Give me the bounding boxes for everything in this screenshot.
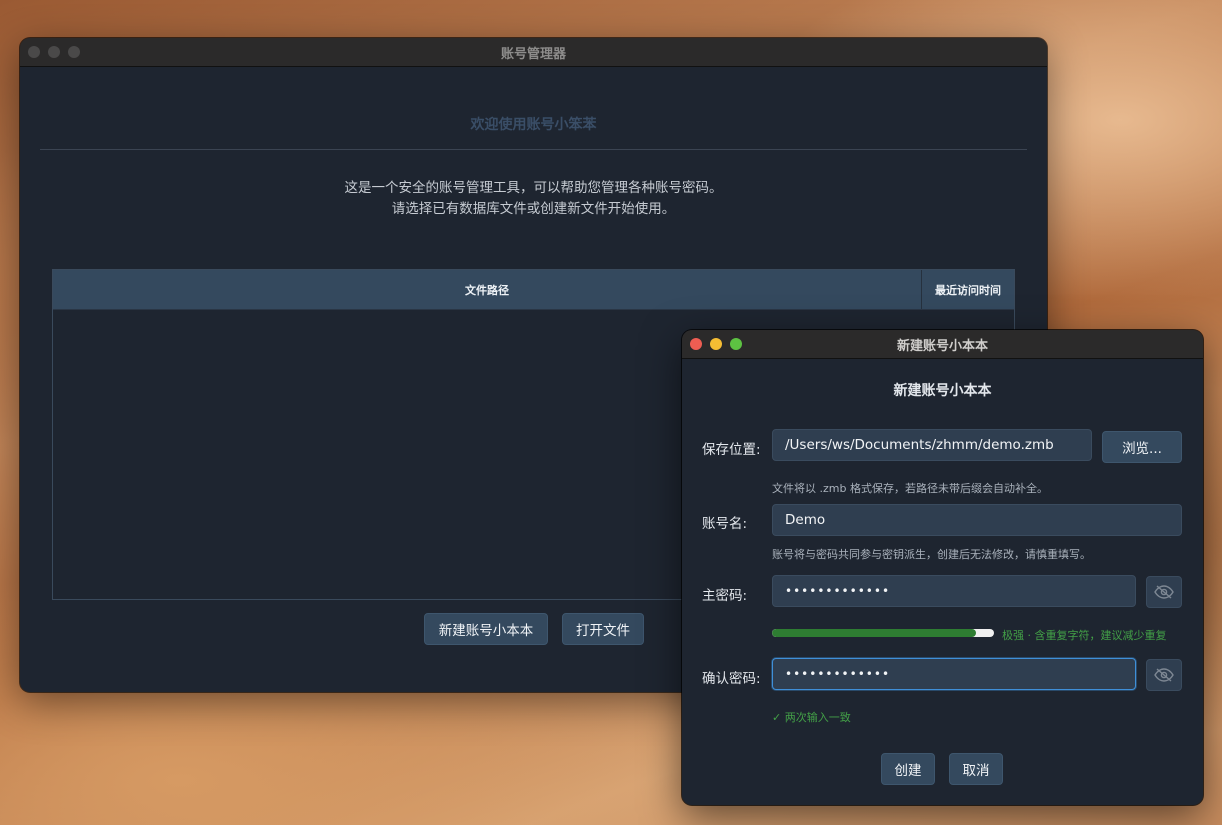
close-window-button[interactable] — [28, 46, 40, 58]
master-password-input[interactable]: ••••••••••••• — [772, 575, 1136, 607]
main-titlebar: 账号管理器 — [20, 38, 1047, 67]
cancel-button[interactable]: 取消 — [949, 753, 1003, 785]
description: 这是一个安全的账号管理工具，可以帮助您管理各种账号密码。 请选择已有数据库文件或… — [20, 178, 1047, 220]
save-location-input[interactable]: /Users/ws/Documents/zhmm/demo.zmb — [772, 429, 1092, 461]
account-name-hint: 账号将与密码共同参与密钥派生，创建后无法修改，请慎重填写。 — [772, 548, 1091, 561]
zoom-window-button[interactable] — [68, 46, 80, 58]
dialog-titlebar: 新建账号小本本 — [682, 330, 1203, 359]
description-line-2: 请选择已有数据库文件或创建新文件开始使用。 — [391, 201, 676, 217]
description-line-1: 这是一个安全的账号管理工具，可以帮助您管理各种账号密码。 — [344, 180, 723, 196]
column-header-last-accessed[interactable]: 最近访问时间 — [922, 270, 1014, 309]
save-location-label: 保存位置: — [702, 442, 761, 458]
divider — [40, 149, 1027, 150]
close-window-button[interactable] — [690, 338, 702, 350]
new-notebook-button[interactable]: 新建账号小本本 — [424, 613, 548, 645]
browse-button[interactable]: 浏览... — [1102, 431, 1182, 463]
toggle-confirm-password-visibility[interactable] — [1146, 659, 1182, 691]
account-name-label: 账号名: — [702, 516, 748, 532]
new-notebook-dialog: 新建账号小本本 新建账号小本本 保存位置: /Users/ws/Document… — [682, 330, 1203, 805]
welcome-heading: 欢迎使用账号小笨苯 — [470, 117, 597, 133]
eye-off-icon — [1154, 668, 1174, 682]
master-password-value: ••••••••••••• — [785, 584, 891, 598]
password-strength-fill — [772, 629, 977, 637]
column-header-file-path[interactable]: 文件路径 — [53, 270, 922, 309]
password-strength-bar — [772, 629, 994, 637]
minimize-window-button[interactable] — [48, 46, 60, 58]
toggle-master-password-visibility[interactable] — [1146, 576, 1182, 608]
save-location-hint: 文件将以 .zmb 格式保存，若路径未带后缀会自动补全。 — [772, 482, 1048, 495]
eye-off-icon — [1154, 585, 1174, 599]
minimize-window-button[interactable] — [710, 338, 722, 350]
master-password-label: 主密码: — [702, 588, 748, 604]
confirm-password-value: ••••••••••••• — [785, 667, 891, 681]
confirm-password-label: 确认密码: — [702, 671, 761, 687]
create-button[interactable]: 创建 — [881, 753, 935, 785]
dialog-window-title: 新建账号小本本 — [896, 338, 988, 354]
password-strength-text: 极强 · 含重复字符，建议减少重复 — [1002, 629, 1167, 642]
open-file-button[interactable]: 打开文件 — [562, 613, 644, 645]
table-header: 文件路径 最近访问时间 — [53, 270, 1014, 310]
confirm-password-input[interactable]: ••••••••••••• — [772, 658, 1136, 690]
zoom-window-button[interactable] — [730, 338, 742, 350]
main-window-title: 账号管理器 — [500, 46, 566, 62]
dialog-heading: 新建账号小本本 — [893, 383, 992, 399]
password-match-status: ✓ 两次输入一致 — [772, 711, 851, 724]
account-name-input[interactable]: Demo — [772, 504, 1182, 536]
